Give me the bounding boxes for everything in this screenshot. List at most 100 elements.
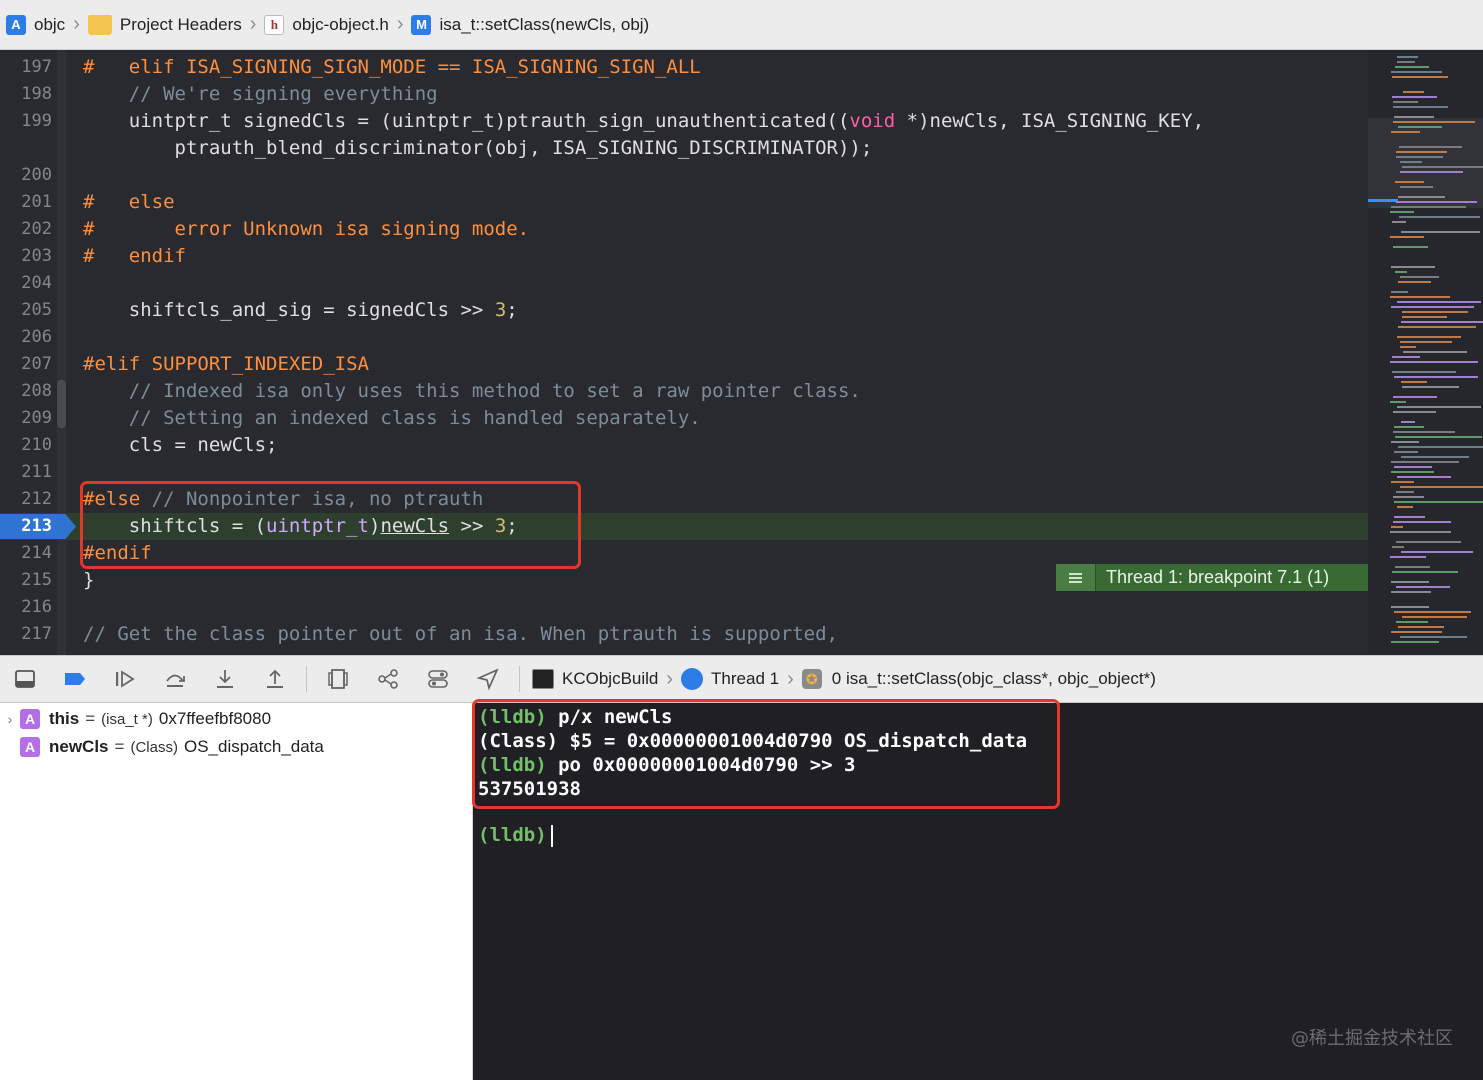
console-input-line[interactable]: (lldb) (478, 823, 553, 847)
line-number[interactable]: 214 (0, 540, 52, 567)
line-number[interactable]: 201 (0, 189, 52, 216)
minimap-code-line (1391, 526, 1403, 528)
code-line[interactable]: ptrauth_blend_discriminator(obj, ISA_SIG… (0, 135, 1368, 162)
code-line[interactable]: 197 # elif ISA_SIGNING_SIGN_MODE == ISA_S… (0, 54, 1368, 81)
debug-scheme[interactable]: KCObjcBuild (562, 669, 658, 689)
environment-overrides-button[interactable] (413, 664, 463, 694)
line-number[interactable]: 213 (0, 513, 52, 540)
code-line[interactable]: 208 // Indexed isa only uses this method… (0, 378, 1368, 405)
minimap-code-line (1393, 521, 1451, 523)
minimap-code-line (1391, 581, 1429, 583)
breadcrumb-project[interactable]: A objc (6, 10, 65, 40)
jump-bar: A objc › Project Headers › h objc-object… (0, 0, 1483, 50)
code-line[interactable]: 204 (0, 270, 1368, 297)
minimap-code-line (1403, 351, 1467, 353)
breakpoint-annotation[interactable]: Thread 1: breakpoint 7.1 (1) (1056, 564, 1368, 591)
line-text: // Indexed isa only uses this method to … (83, 378, 861, 405)
minimap-code-line (1391, 291, 1408, 293)
code-token: uintptr_t signedCls = (uintptr_t)ptrauth… (83, 110, 850, 132)
minimap-code-line (1393, 106, 1448, 108)
minimap-code-line (1396, 151, 1447, 153)
minimap-code-line (1390, 236, 1424, 238)
breadcrumb-file[interactable]: h objc-object.h (264, 10, 389, 40)
minimap-code-line (1396, 201, 1477, 203)
step-into-button[interactable] (200, 664, 250, 694)
equals-sign: = (85, 709, 96, 728)
variables-view[interactable]: › A this = (isa_t *) 0x7ffeefbf8080 A ne… (0, 703, 473, 1080)
line-number[interactable]: 198 (0, 81, 52, 108)
code-line[interactable]: 199 uintptr_t signedCls = (uintptr_t)ptr… (0, 108, 1368, 135)
watermark: @稀土掘金技术社区 (1291, 1028, 1453, 1049)
code-line[interactable]: 217 // Get the class pointer out of an is… (0, 621, 1368, 648)
minimap-viewport[interactable] (1368, 118, 1483, 208)
highlight-box-console (472, 699, 1060, 809)
minimap-code-line (1396, 586, 1450, 588)
minimap-code-line (1394, 426, 1424, 428)
continue-button[interactable] (100, 664, 150, 694)
line-number[interactable]: 197 (0, 54, 52, 81)
line-number[interactable]: 216 (0, 594, 52, 621)
lldb-console[interactable]: (lldb) p/x newCls (Class) $5 = 0x0000000… (472, 699, 1483, 1080)
debug-thread[interactable]: Thread 1 (711, 669, 779, 689)
line-number[interactable]: 211 (0, 459, 52, 486)
code-token: // We're signing everything (83, 83, 438, 105)
source-editor[interactable]: 197 # elif ISA_SIGNING_SIGN_MODE == ISA_S… (0, 50, 1368, 655)
variable-value: 0x7ffeefbf8080 (158, 709, 272, 728)
simulate-location-button[interactable] (463, 664, 513, 694)
code-line[interactable]: 210 cls = newCls; (0, 432, 1368, 459)
code-line[interactable]: 201 # else (0, 189, 1368, 216)
code-line[interactable]: 207 #elif SUPPORT_INDEXED_ISA (0, 351, 1368, 378)
line-number[interactable]: 208 (0, 378, 52, 405)
breadcrumb-group[interactable]: Project Headers (87, 10, 242, 40)
hide-debug-area-button[interactable] (0, 664, 50, 694)
minimap-code-line (1397, 301, 1481, 303)
disclosure-triangle-icon[interactable]: › (0, 711, 20, 727)
code-line[interactable]: 202 # error Unknown isa signing mode. (0, 216, 1368, 243)
step-over-button[interactable] (150, 664, 200, 694)
line-number[interactable]: 203 (0, 243, 52, 270)
step-out-button[interactable] (250, 664, 300, 694)
memory-graph-button[interactable] (363, 664, 413, 694)
code-line[interactable]: 209 // Setting an indexed class is handl… (0, 405, 1368, 432)
minimap-code-line (1390, 361, 1478, 363)
view-hierarchy-button[interactable] (313, 664, 363, 694)
line-number[interactable]: 204 (0, 270, 52, 297)
minimap[interactable] (1368, 50, 1483, 655)
line-number[interactable]: 200 (0, 162, 52, 189)
minimap-code-line (1390, 401, 1406, 403)
code-line[interactable]: 200 (0, 162, 1368, 189)
code-line[interactable]: 216 (0, 594, 1368, 621)
variable-name: this (49, 709, 80, 728)
breakpoints-toggle-button[interactable] (50, 664, 100, 694)
breadcrumb-symbol[interactable]: M isa_t::setClass(newCls, obj) (411, 10, 649, 40)
line-number[interactable]: 199 (0, 108, 52, 135)
minimap-code-line (1400, 346, 1416, 348)
code-token: ; (506, 299, 518, 321)
minimap-code-line (1394, 501, 1483, 503)
variable-row[interactable]: › A this = (isa_t *) 0x7ffeefbf8080 (0, 705, 271, 733)
line-text: // We're signing everything (83, 81, 438, 108)
list-icon[interactable] (1056, 564, 1096, 591)
line-text: shiftcls_and_sig = signedCls >> 3; (83, 297, 518, 324)
line-number[interactable]: 209 (0, 405, 52, 432)
line-number[interactable]: 207 (0, 351, 52, 378)
minimap-code-line (1390, 531, 1451, 533)
line-number[interactable]: 210 (0, 432, 52, 459)
minimap-code-line (1394, 516, 1425, 518)
code-line[interactable]: 206 (0, 324, 1368, 351)
line-number[interactable]: 205 (0, 297, 52, 324)
variable-row[interactable]: A newCls = (Class) OS_dispatch_data (0, 733, 324, 761)
code-line[interactable]: 205 shiftcls_and_sig = signedCls >> 3; (0, 297, 1368, 324)
minimap-code-line (1403, 91, 1424, 93)
line-number[interactable]: 217 (0, 621, 52, 648)
minimap-code-line (1396, 491, 1414, 493)
code-token: # else (83, 191, 175, 213)
line-number[interactable]: 202 (0, 216, 52, 243)
line-number[interactable]: 212 (0, 486, 52, 513)
code-line[interactable]: 203 # endif (0, 243, 1368, 270)
line-number[interactable]: 206 (0, 324, 52, 351)
debug-frame[interactable]: 0 isa_t::setClass(objc_class*, objc_obje… (832, 669, 1156, 689)
minimap-code-line (1391, 266, 1435, 268)
line-number[interactable]: 215 (0, 567, 52, 594)
code-line[interactable]: 198 // We're signing everything (0, 81, 1368, 108)
